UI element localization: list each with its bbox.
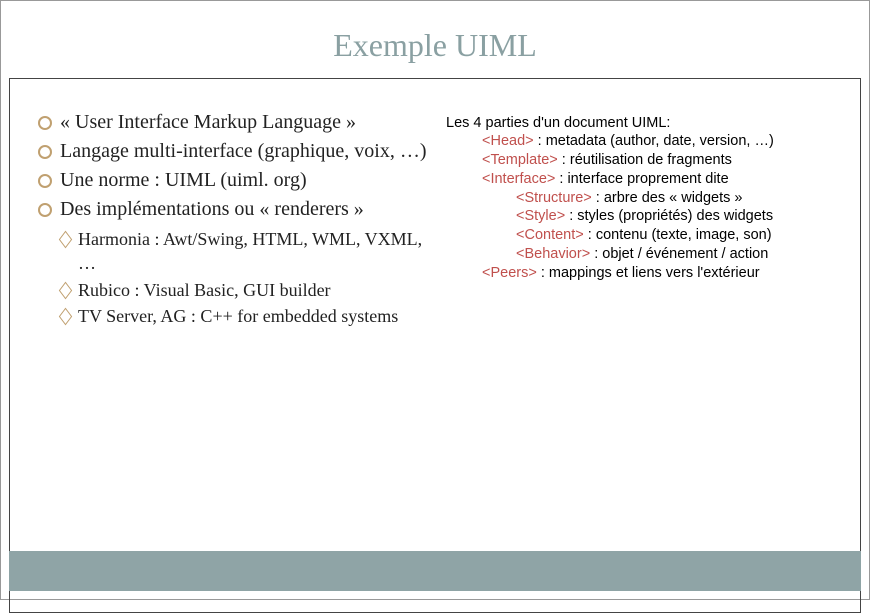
part-line: <Peers> : mappings et liens vers l'extér… [446, 264, 842, 283]
part-desc: : metadata (author, date, version, …) [534, 133, 774, 149]
xml-tag: <Template> [482, 152, 558, 168]
sub-bullet-list: Harmonia : Awt/Swing, HTML, WML, VXML, …… [38, 227, 428, 328]
xml-tag: <Structure> [516, 190, 592, 206]
part-line: <Content> : contenu (texte, image, son) [446, 226, 842, 245]
bullet-item: Des implémentations ou « renderers » [38, 196, 428, 223]
part-desc: : objet / événement / action [590, 246, 768, 262]
parts-list: <Head> : metadata (author, date, version… [446, 132, 842, 283]
xml-tag: <Head> [482, 133, 534, 149]
part-desc: : mappings et liens vers l'extérieur [537, 265, 760, 281]
xml-tag: <Content> [516, 227, 584, 243]
part-desc: : contenu (texte, image, son) [584, 227, 772, 243]
content-columns: « User Interface Markup Language » Langa… [10, 79, 860, 340]
slide-body-frame: « User Interface Markup Language » Langa… [9, 78, 861, 613]
part-desc: : arbre des « widgets » [592, 190, 743, 206]
part-desc: : styles (propriétés) des widgets [565, 208, 773, 224]
part-line: <Style> : styles (propriétés) des widget… [446, 207, 842, 226]
part-line: <Interface> : interface proprement dite [446, 170, 842, 189]
part-line: <Head> : metadata (author, date, version… [446, 132, 842, 151]
parts-heading: Les 4 parties d'un document UIML: [446, 115, 842, 131]
xml-tag: <Style> [516, 208, 565, 224]
slide: Exemple UIML « User Interface Markup Lan… [0, 0, 870, 600]
part-desc: : réutilisation de fragments [558, 152, 732, 168]
bullet-item: Une norme : UIML (uiml. org) [38, 167, 428, 194]
sub-bullet-item: Rubico : Visual Basic, GUI builder [38, 278, 428, 302]
part-line: <Template> : réutilisation de fragments [446, 151, 842, 170]
xml-tag: <Interface> [482, 171, 555, 187]
xml-tag: <Peers> [482, 265, 537, 281]
right-column: Les 4 parties d'un document UIML: <Head>… [446, 109, 842, 330]
xml-tag: <Behavior> [516, 246, 590, 262]
bullet-list: « User Interface Markup Language » Langa… [38, 109, 428, 223]
sub-bullet-item: Harmonia : Awt/Swing, HTML, WML, VXML, … [38, 227, 428, 276]
left-column: « User Interface Markup Language » Langa… [38, 109, 428, 330]
bullet-item: Langage multi-interface (graphique, voix… [38, 138, 428, 165]
bullet-item: « User Interface Markup Language » [38, 109, 428, 136]
part-line: <Structure> : arbre des « widgets » [446, 189, 842, 208]
slide-title: Exemple UIML [9, 9, 861, 78]
footer-bar [9, 551, 861, 591]
part-line: <Behavior> : objet / événement / action [446, 245, 842, 264]
sub-bullet-item: TV Server, AG : C++ for embedded systems [38, 304, 428, 328]
part-desc: : interface proprement dite [555, 171, 728, 187]
